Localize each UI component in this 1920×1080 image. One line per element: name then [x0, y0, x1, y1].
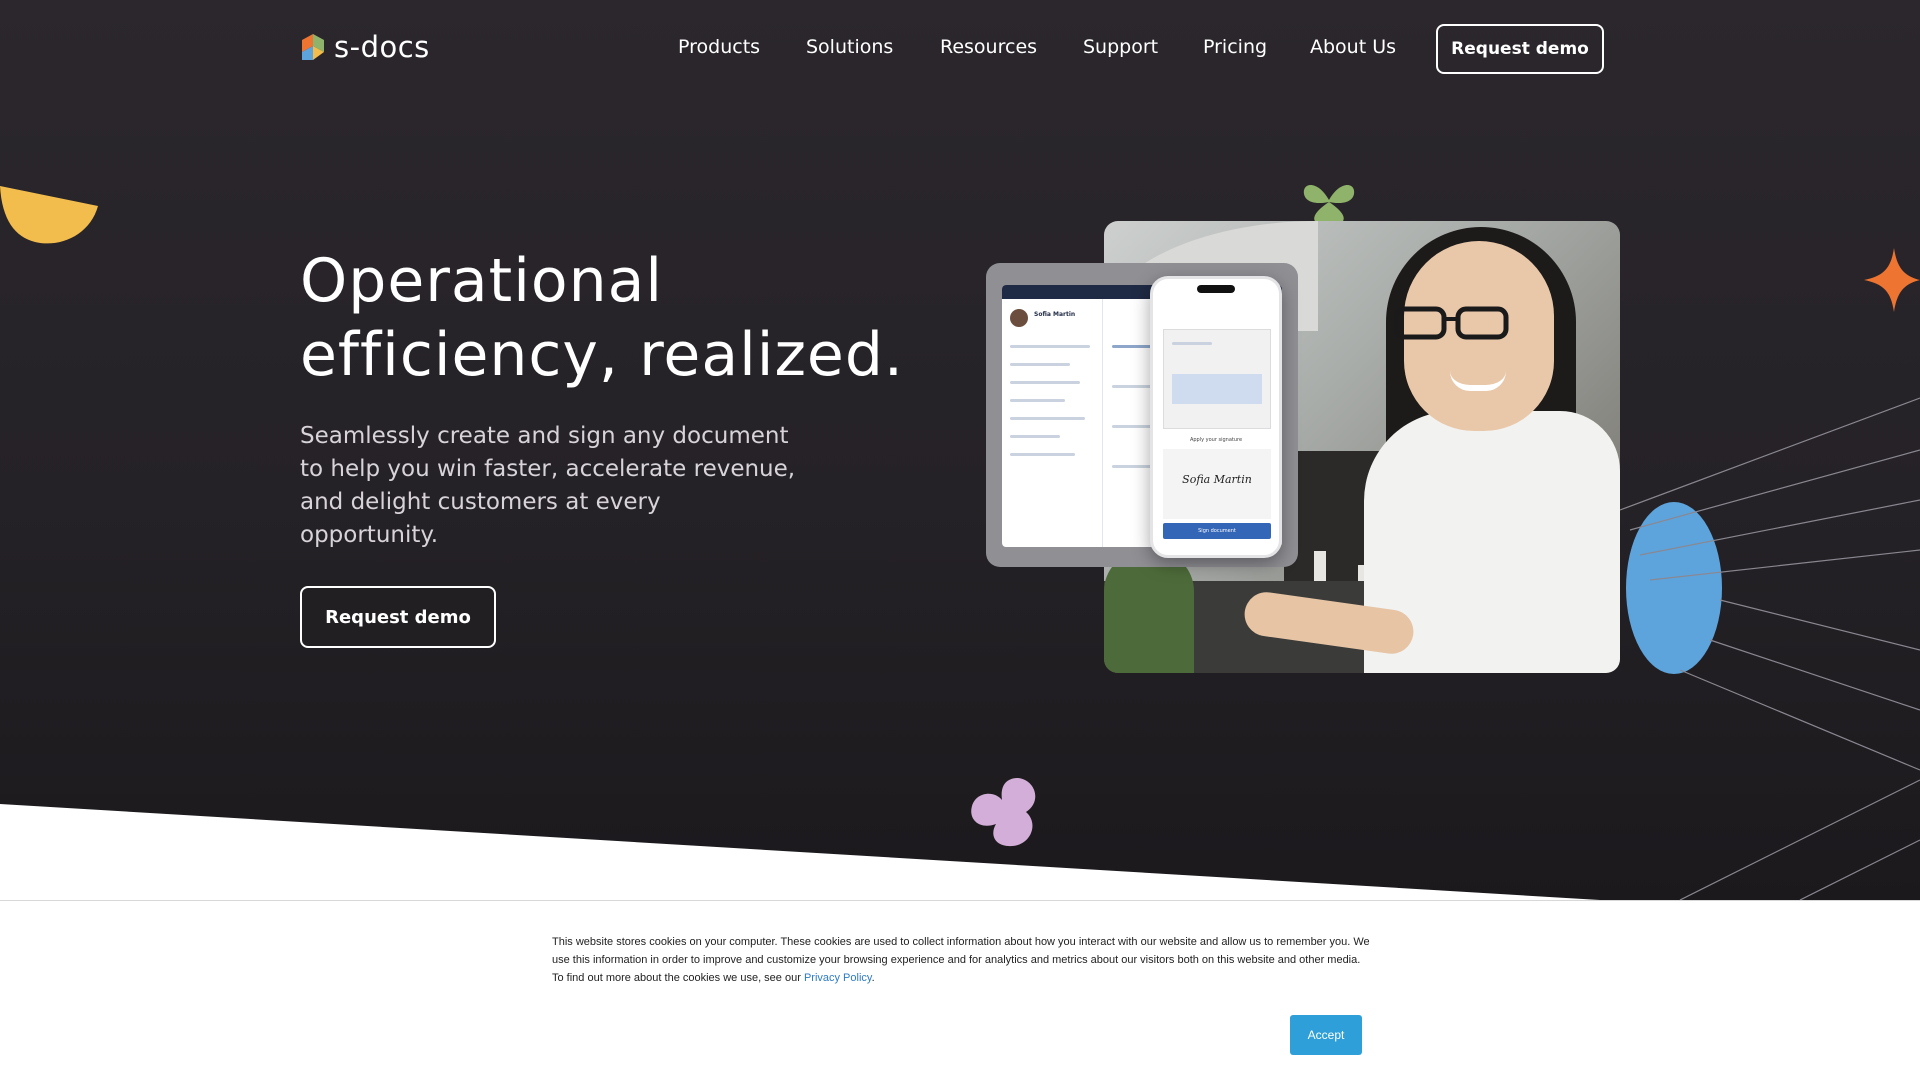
phone-mockup: Apply your signature Sofia Martin Sign d… [1150, 276, 1282, 558]
main-nav: Products Solutions Resources Support Pri… [0, 24, 1920, 76]
orange-star-shape [1864, 248, 1920, 312]
apply-signature-label: Apply your signature [1189, 437, 1243, 443]
headline-line-1: Operational [300, 246, 664, 316]
cookie-accept-button[interactable]: Accept [1290, 1015, 1362, 1055]
hero-section: Sofia Martin Apply your signature Sofia … [0, 0, 1920, 900]
signature-text: Sofia Martin [1182, 473, 1252, 486]
hero-request-demo-button[interactable]: Request demo [300, 586, 496, 648]
nav-about-us[interactable]: About Us [1310, 36, 1396, 58]
nav-solutions[interactable]: Solutions [806, 36, 893, 58]
green-clover-shape [1303, 184, 1355, 224]
pink-blob-shape [971, 778, 1036, 847]
hero-headline: Operational efficiency, realized. [300, 244, 904, 392]
nav-request-demo-button[interactable]: Request demo [1436, 24, 1604, 74]
cookie-message-text: This website stores cookies on your comp… [552, 936, 1370, 984]
nav-resources[interactable]: Resources [940, 36, 1037, 58]
yellow-half-circle-shape [0, 186, 98, 244]
cookie-banner: This website stores cookies on your comp… [0, 900, 1920, 1080]
sign-document-button: Sign document [1163, 523, 1271, 539]
nav-support[interactable]: Support [1083, 36, 1158, 58]
cookie-message: This website stores cookies on your comp… [552, 933, 1370, 987]
cookie-message-suffix: . [871, 972, 875, 984]
contact-name: Sofia Martin [1034, 311, 1076, 318]
hero-subtext: Seamlessly create and sign any document … [300, 423, 796, 548]
headline-line-2: efficiency, realized. [300, 320, 905, 390]
nav-pricing[interactable]: Pricing [1203, 36, 1267, 58]
privacy-policy-link[interactable]: Privacy Policy [804, 972, 872, 984]
nav-products[interactable]: Products [678, 36, 760, 58]
